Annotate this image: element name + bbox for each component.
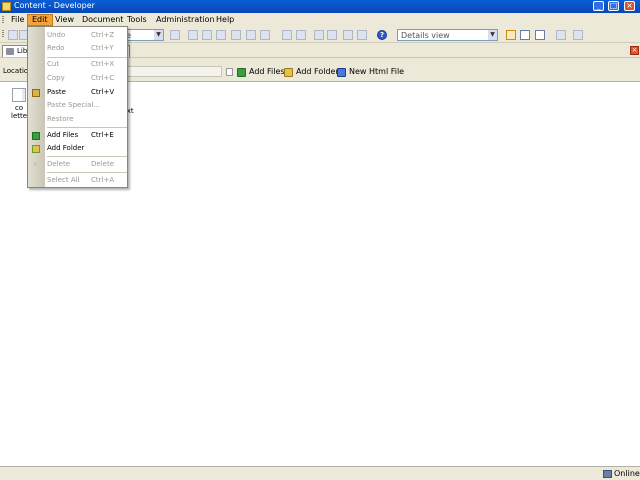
menu-item-label: Restore [47, 115, 74, 123]
menu-item-paste[interactable]: Paste Ctrl+V [28, 86, 127, 99]
menu-item-shortcut: Ctrl+Z [91, 31, 115, 39]
undo-icon[interactable] [282, 30, 292, 40]
refresh-icon[interactable] [573, 30, 583, 40]
menu-item-label: Undo [47, 31, 66, 39]
file-item[interactable]: co lette [11, 88, 27, 120]
menu-item-label: Select All [47, 176, 80, 184]
chevron-down-icon: ▼ [488, 30, 497, 40]
network-icon [603, 470, 612, 478]
new-html-file-label: New Html File [349, 67, 405, 76]
add-folder-label: Add Folder [296, 67, 339, 76]
checkout-icon[interactable] [327, 30, 337, 40]
chevron-down-icon: ▼ [154, 30, 163, 40]
menu-item-redo[interactable]: Redo Ctrl+Y [28, 42, 127, 55]
delete-icon[interactable] [231, 30, 241, 40]
menu-item-shortcut: Delete [91, 160, 114, 168]
menu-item-copy[interactable]: Copy Ctrl+C [28, 72, 127, 85]
menu-edit[interactable]: Edit [27, 14, 53, 26]
menu-item-label: Copy [47, 74, 65, 82]
menu-item-label: Redo [47, 44, 65, 52]
add-files-icon [32, 132, 40, 140]
search-icon[interactable] [260, 30, 270, 40]
delete-icon: ✕ [32, 160, 39, 169]
menu-item-paste-special[interactable]: Paste Special... [28, 99, 127, 112]
menu-item-select-all[interactable]: Select All Ctrl+A [28, 174, 127, 187]
new-icon[interactable] [8, 30, 18, 40]
menu-help[interactable]: Help [212, 14, 238, 26]
menu-separator [47, 127, 127, 128]
window-title: Content - Developer [14, 1, 95, 10]
paste-icon[interactable] [216, 30, 226, 40]
status-bar: Online [0, 466, 640, 480]
toolbar-grip[interactable] [2, 30, 4, 38]
close-tab-icon[interactable]: × [630, 46, 639, 55]
menu-item-cut[interactable]: Cut Ctrl+X [28, 58, 127, 71]
document-icon [226, 68, 233, 76]
view-mode-select[interactable]: Details view ▼ [397, 29, 498, 41]
title-bar: Content - Developer _ □ × [0, 0, 640, 13]
menu-item-label: Add Folder [47, 144, 85, 152]
file-icon [12, 88, 27, 102]
view-mode-value: Details view [401, 31, 450, 40]
filter-icon[interactable] [357, 30, 367, 40]
new-html-file-button[interactable]: New Html File [337, 67, 404, 77]
menu-item-label: Delete [47, 160, 70, 168]
properties-icon[interactable] [170, 30, 180, 40]
menu-separator [47, 156, 127, 157]
file-name-line1: co [14, 104, 24, 112]
cut-icon[interactable] [188, 30, 198, 40]
menu-item-shortcut: Ctrl+V [91, 88, 115, 96]
location-input[interactable] [124, 66, 222, 77]
menubar-grip[interactable] [2, 16, 4, 24]
folder-up-icon[interactable] [556, 30, 566, 40]
list-view-icon[interactable] [520, 30, 530, 40]
menu-item-label: Paste Special... [47, 101, 101, 109]
copy-icon[interactable] [202, 30, 212, 40]
menu-item-shortcut: Ctrl+A [91, 176, 115, 184]
add-files-icon [237, 68, 246, 77]
help-icon[interactable]: ? [377, 30, 387, 40]
menu-item-label: Cut [47, 60, 60, 68]
minimize-button[interactable]: _ [593, 1, 604, 11]
menu-item-shortcut: Ctrl+Y [91, 44, 114, 52]
menu-administration[interactable]: Administration [152, 14, 219, 26]
menu-view[interactable]: View [51, 14, 78, 26]
menu-item-label: Paste [47, 88, 66, 96]
add-files-button[interactable]: Add Files [237, 67, 285, 77]
add-folder-icon [284, 68, 293, 77]
library-icon [6, 48, 14, 55]
menu-bar: File Edit View Document Tools Administra… [0, 13, 640, 27]
paste-icon [32, 89, 40, 97]
connection-status: Online [614, 469, 640, 478]
file-name-line2: lette [11, 112, 28, 120]
edit-menu-dropdown: Undo Ctrl+Z Redo Ctrl+Y Cut Ctrl+X Copy … [27, 26, 128, 188]
menu-item-undo[interactable]: Undo Ctrl+Z [28, 29, 127, 42]
menu-item-shortcut: Ctrl+X [91, 60, 115, 68]
menu-file[interactable]: File [7, 14, 28, 26]
add-folder-button[interactable]: Add Folder [284, 67, 339, 77]
checkin-icon[interactable] [314, 30, 324, 40]
add-folder-icon [32, 145, 40, 153]
menu-item-shortcut: Ctrl+C [91, 74, 115, 82]
html-file-icon [337, 68, 346, 77]
redo-icon[interactable] [296, 30, 306, 40]
menu-tools[interactable]: Tools [123, 14, 151, 26]
restore-icon[interactable] [246, 30, 256, 40]
menu-item-delete[interactable]: ✕ Delete Delete [28, 158, 127, 171]
find-icon[interactable] [343, 30, 353, 40]
details-view-icon[interactable] [506, 30, 516, 40]
add-files-label: Add Files [249, 67, 285, 76]
close-button[interactable]: × [624, 1, 635, 11]
menu-item-add-files[interactable]: Add Files Ctrl+E [28, 129, 127, 142]
menu-item-label: Add Files [47, 131, 79, 139]
menu-item-shortcut: Ctrl+E [91, 131, 114, 139]
split-view-icon[interactable] [535, 30, 545, 40]
menu-item-add-folder[interactable]: Add Folder [28, 142, 127, 155]
menu-document[interactable]: Document [78, 14, 127, 26]
menu-item-restore[interactable]: Restore [28, 113, 127, 126]
maximize-button[interactable]: □ [608, 1, 619, 11]
menu-separator [47, 172, 127, 173]
app-icon [2, 2, 11, 11]
